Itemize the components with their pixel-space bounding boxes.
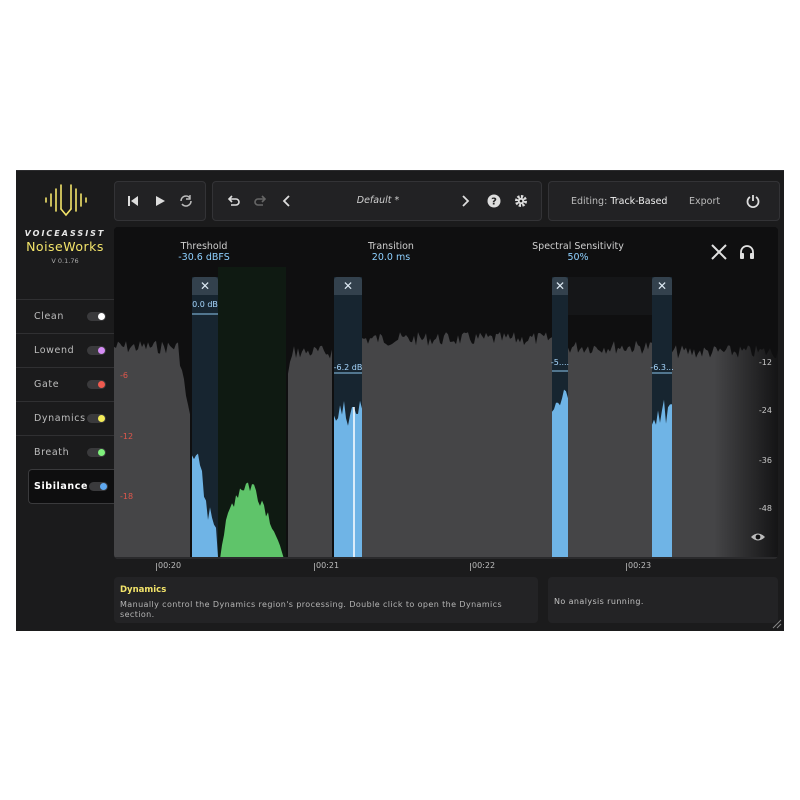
toggle-knob (100, 483, 107, 490)
sidebar: VOICEASSIST NoiseWorks V 0.1.76 Clean Lo… (16, 171, 126, 631)
next-preset-icon[interactable] (457, 193, 473, 209)
param-transition-value[interactable]: 20.0 ms (331, 252, 451, 263)
brand-version: V 0.1.76 (51, 257, 79, 265)
band-gain-value: -6.3... (650, 363, 674, 372)
band-gain-value: -6.2 dB (333, 363, 363, 372)
previous-preset-icon[interactable] (279, 193, 295, 209)
transport-bar (114, 181, 206, 221)
module-label: Sibilance (34, 481, 89, 492)
preset-bar: Default * ? (212, 181, 542, 221)
sibilance-segment (552, 389, 568, 559)
band-gain-value: -5.... (550, 358, 570, 367)
play-icon[interactable] (152, 193, 168, 209)
editing-value: Track-Based (610, 196, 668, 207)
module-gate[interactable]: Gate (16, 367, 114, 401)
toggle-knob (98, 381, 105, 388)
db-scale-right: -48 (758, 504, 772, 513)
band-remove-button[interactable]: ✕ (334, 277, 362, 295)
analysis-panel: No analysis running. (548, 577, 778, 623)
module-breath[interactable]: Breath (16, 435, 114, 469)
param-transition-label: Transition (368, 241, 414, 252)
close-icon[interactable] (710, 243, 728, 261)
band-bridge (568, 277, 652, 315)
editing-mode[interactable]: Editing: Track-Based (571, 196, 667, 207)
db-scale-left: -6 (120, 371, 128, 380)
timeline-tick-mark (314, 563, 315, 571)
analysis-status: No analysis running. (554, 597, 644, 606)
param-threshold-label: Threshold (180, 241, 228, 252)
module-label: Breath (34, 447, 70, 458)
timeline-tick: 00:22 (472, 561, 496, 570)
param-sensitivity-value[interactable]: 50% (518, 252, 638, 263)
headphones-icon[interactable] (738, 243, 756, 261)
waveform-segment (568, 340, 652, 559)
export-button[interactable]: Export (689, 196, 720, 207)
module-label: Dynamics (34, 413, 86, 424)
db-scale-right: -12 (758, 358, 772, 367)
undo-icon[interactable] (225, 193, 241, 209)
module-toggle[interactable] (87, 414, 106, 423)
timeline-tick: 00:21 (316, 561, 340, 570)
timeline-tick: 00:23 (628, 561, 652, 570)
waveform-segment (288, 345, 332, 559)
module-dynamics[interactable]: Dynamics (16, 401, 114, 435)
info-description: Manually control the Dynamics region's p… (120, 600, 503, 619)
db-scale-left: -12 (120, 432, 134, 441)
toggle-knob (98, 313, 105, 320)
settings-gear-icon[interactable] (513, 193, 529, 209)
resize-grip-icon[interactable] (770, 617, 782, 629)
sibilance-segment (652, 399, 672, 559)
band-gain-value: 0.0 dB (192, 300, 218, 309)
module-sibilance[interactable]: Sibilance (28, 469, 126, 504)
band-remove-button[interactable]: ✕ (552, 277, 568, 295)
brand-product: NoiseWorks (26, 239, 104, 254)
skip-back-icon[interactable] (125, 193, 141, 209)
redo-icon[interactable] (253, 193, 269, 209)
svg-text:?: ? (491, 197, 497, 208)
help-icon[interactable]: ? (486, 193, 502, 209)
module-lowend[interactable]: Lowend (16, 333, 114, 367)
editing-bar: Editing: Track-Based Export (548, 181, 780, 221)
module-toggle[interactable] (87, 448, 106, 457)
toggle-knob (98, 449, 105, 456)
waveform-segment (362, 332, 552, 559)
editing-label: Editing: (571, 196, 608, 207)
waveform-view[interactable]: Threshold -30.6 dBFS Transition 20.0 ms … (114, 227, 778, 559)
preset-name[interactable]: Default * (333, 195, 423, 206)
module-toggle[interactable] (89, 482, 108, 491)
param-sensitivity-label: Spectral Sensitivity (532, 241, 624, 252)
timeline-tick-mark (156, 563, 157, 571)
plugin-window: VOICEASSIST NoiseWorks V 0.1.76 Clean Lo… (16, 170, 784, 631)
module-label: Gate (34, 379, 60, 390)
info-panel: Dynamics Manually control the Dynamics r… (114, 577, 538, 623)
timeline-tick-mark (626, 563, 627, 571)
info-title: Dynamics (120, 585, 167, 595)
module-toggle[interactable] (87, 346, 106, 355)
module-toggle[interactable] (87, 380, 106, 389)
module-label: Clean (34, 311, 64, 322)
db-scale-left: -18 (120, 492, 134, 501)
band-remove-button[interactable]: ✕ (192, 277, 218, 295)
timeline-tick: 00:20 (158, 561, 182, 570)
module-toggle[interactable] (87, 312, 106, 321)
toggle-knob (98, 415, 105, 422)
db-scale-right: -24 (758, 406, 772, 415)
brand-company: VOICEASSIST (24, 229, 106, 238)
power-icon[interactable] (745, 193, 761, 209)
eye-icon[interactable] (750, 531, 766, 543)
logo-icon (45, 184, 87, 217)
module-label: Lowend (34, 345, 75, 356)
param-threshold-value[interactable]: -30.6 dBFS (144, 252, 264, 263)
band-remove-button[interactable]: ✕ (652, 277, 672, 295)
loop-icon[interactable] (178, 193, 194, 209)
timeline-tick-mark (470, 563, 471, 571)
module-clean[interactable]: Clean (16, 299, 114, 333)
db-scale-right: -36 (758, 456, 772, 465)
toggle-knob (98, 347, 105, 354)
